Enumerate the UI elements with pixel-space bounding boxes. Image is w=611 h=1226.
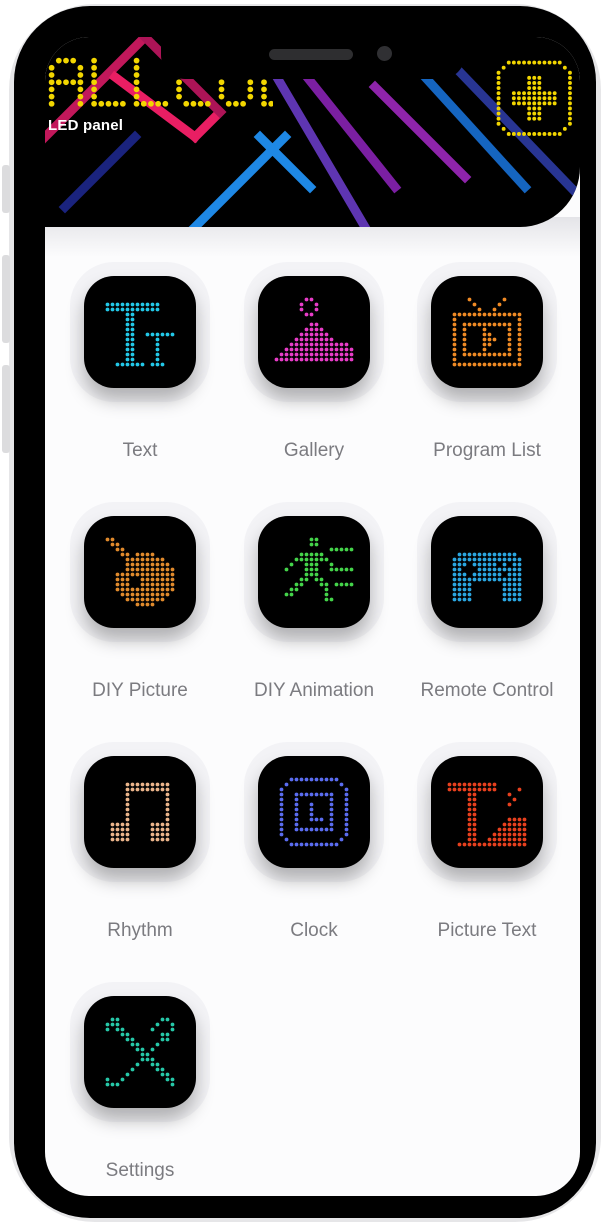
volume-up-button [2,255,10,343]
menu-item-label: DIY Animation [253,680,375,701]
menu-icon-box [84,276,196,388]
menu-icon-box [84,516,196,628]
menu-icon-box [431,276,543,388]
menu-item-label: Gallery [283,440,345,461]
speaker-grille [269,49,353,60]
phone-notch [161,37,465,79]
picture-text-icon [447,782,527,847]
app-screen: LED panel Text Gallery Program List DIY … [45,37,580,1196]
menu-item-label: Remote Control [420,680,554,701]
volume-down-button [2,365,10,453]
mute-switch [2,165,10,213]
menu-icon-box [431,756,543,868]
plus-icon [496,60,572,136]
text-icon [105,302,175,367]
add-device-button[interactable] [493,57,575,139]
menu-icon-box [258,516,370,628]
running-figure-icon [284,537,354,602]
brand-subtitle: LED panel [48,117,124,134]
gallery-icon [274,297,354,362]
menu-item-label: Picture Text [437,920,537,941]
menu-icon-box [84,756,196,868]
music-note-icon [110,782,170,842]
menu-item-label: Rhythm [107,920,173,941]
gamepad-icon [452,552,522,602]
tv-program-icon [452,297,522,367]
palette-icon [105,537,175,607]
menu-icon-box [84,996,196,1108]
menu-item-label: Text [122,440,158,461]
menu-item-label: Clock [290,920,338,941]
menu-item-label: DIY Picture [92,680,188,701]
clock-icon [279,777,349,847]
tools-icon [105,1017,175,1087]
menu-icon-box [431,516,543,628]
menu-item-label: Program List [433,440,541,461]
front-camera [377,46,392,61]
menu-item-label: Settings [105,1160,175,1181]
menu-icon-box [258,276,370,388]
menu-icon-box [258,756,370,868]
